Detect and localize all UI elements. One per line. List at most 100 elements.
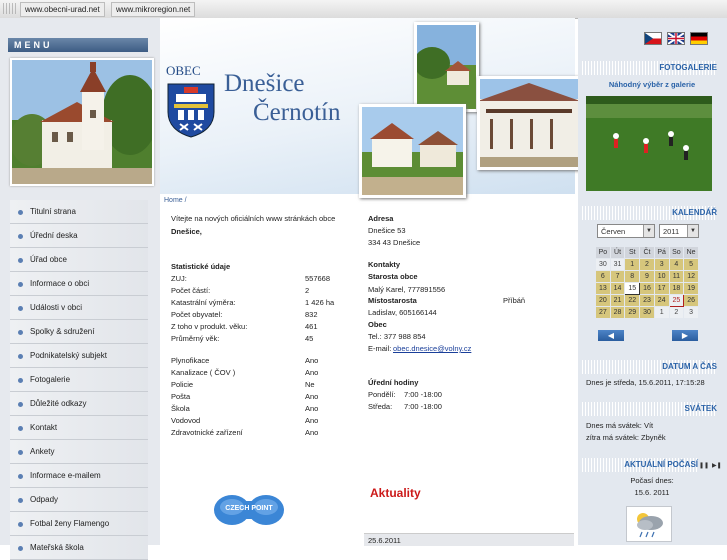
menu-item[interactable]: Úřad obce xyxy=(10,248,148,272)
calendar-day[interactable]: 1 xyxy=(653,306,670,319)
calendar-day-header: Út xyxy=(609,246,626,259)
calendar-day[interactable]: 21 xyxy=(609,294,626,307)
gallery-photo[interactable] xyxy=(586,96,712,191)
flag-uk-icon[interactable] xyxy=(667,32,685,45)
calendar-day[interactable]: 9 xyxy=(639,270,655,283)
calendar-day[interactable]: 31 xyxy=(609,258,626,271)
chevron-down-icon: ▼ xyxy=(687,225,698,237)
menu-heading: MENU xyxy=(8,38,148,52)
amenity-value: Ano xyxy=(305,368,319,377)
calendar-day[interactable]: 20 xyxy=(595,294,611,307)
calendar-day[interactable]: 29 xyxy=(624,306,641,319)
calendar-day[interactable]: 8 xyxy=(624,270,641,283)
calendar-day[interactable]: 4 xyxy=(668,258,685,271)
flag-cz-icon[interactable] xyxy=(644,32,662,45)
calendar-day[interactable]: 14 xyxy=(609,282,626,295)
calendar-day[interactable]: 5 xyxy=(683,258,699,271)
header-obec-label: OBEC xyxy=(166,63,201,78)
calendar-day[interactable]: 7 xyxy=(609,270,626,283)
menu-item[interactable]: Podnikatelský subjekt xyxy=(10,344,148,368)
menu-item[interactable]: Fotbal ženy Flamengo xyxy=(10,512,148,536)
calendar-day[interactable]: 30 xyxy=(639,306,655,319)
calendar-day[interactable]: 27 xyxy=(595,306,611,319)
pause-icon[interactable]: ❚❚ xyxy=(699,462,709,469)
calendar-day[interactable]: 26 xyxy=(683,294,699,307)
calendar-day[interactable]: 2 xyxy=(639,258,655,271)
flag-de-icon[interactable] xyxy=(690,32,708,45)
link-obecni-urad[interactable]: www.obecni-urad.net xyxy=(20,2,105,17)
weather-heading: AKTUÁLNÍ POČASÍ xyxy=(582,458,698,472)
calendar-day[interactable]: 10 xyxy=(653,270,670,283)
calendar-day[interactable]: 15 xyxy=(624,282,641,295)
calendar-day-header: Ne xyxy=(683,246,699,259)
calendar-day[interactable]: 30 xyxy=(595,258,611,271)
calendar-day[interactable]: 18 xyxy=(668,282,685,295)
calendar-day[interactable]: 12 xyxy=(683,270,699,283)
mistostarosta-surname: Příbáň xyxy=(503,296,526,305)
calendar-day[interactable]: 2 xyxy=(668,306,685,319)
menu-item[interactable]: Titulní strana xyxy=(10,200,148,224)
month-select[interactable]: Červen ▼ xyxy=(597,224,655,238)
calendar-heading: KALENDÁŘ xyxy=(582,206,717,220)
breadcrumb[interactable]: Home / xyxy=(164,197,187,204)
menu-item[interactable]: Fotogalerie xyxy=(10,368,148,392)
calendar-day[interactable]: 13 xyxy=(595,282,611,295)
calendar-day[interactable]: 22 xyxy=(624,294,641,307)
news-item[interactable]: 25.6.2011 xyxy=(364,533,574,546)
stat-value: 1 426 ha xyxy=(305,298,335,307)
stat-label: Katastrální výměra: xyxy=(171,298,236,307)
address-line1: Dnešice 53 xyxy=(368,226,406,235)
amenity-label: Kanalizace ( ČOV ) xyxy=(171,368,236,377)
calendar-day[interactable]: 3 xyxy=(653,258,670,271)
calendar-day[interactable]: 6 xyxy=(595,270,611,283)
link-mikroregion[interactable]: www.mikroregion.net xyxy=(111,2,196,17)
calendar-prev-button[interactable]: ◀ xyxy=(598,330,624,341)
menu-list: Titulní strana Úřední deska Úřad obce In… xyxy=(10,200,148,560)
fotogalerie-subtitle: Náhodný výběr z galerie xyxy=(608,80,696,89)
calendar-day[interactable]: 19 xyxy=(683,282,699,295)
czechpoint-logo[interactable]: CZECH POINT xyxy=(212,493,286,529)
chevron-down-icon: ▼ xyxy=(643,225,654,237)
calendar-day[interactable]: 28 xyxy=(609,306,626,319)
calendar-day[interactable]: 17 xyxy=(653,282,670,295)
hours-day: Pondělí: xyxy=(368,390,396,399)
amenity-label: Plynofikace xyxy=(171,356,210,365)
bullet-icon xyxy=(18,330,23,335)
calendar-day[interactable]: 1 xyxy=(624,258,641,271)
calendar-day[interactable]: 11 xyxy=(668,270,685,283)
obec-heading: Obec xyxy=(368,320,387,329)
calendar-day[interactable]: 23 xyxy=(639,294,655,307)
menu-item[interactable]: Kontakt xyxy=(10,416,148,440)
calendar-day-header: Po xyxy=(595,246,611,259)
calendar-next-button[interactable]: ▶ xyxy=(672,330,698,341)
calendar-day-header: St xyxy=(624,246,641,259)
weather-cloud-rain-icon xyxy=(626,506,672,542)
menu-item[interactable]: Spolky & sdružení xyxy=(10,320,148,344)
menu-item[interactable]: Úřední deska xyxy=(10,224,148,248)
calendar-day[interactable]: 3 xyxy=(683,306,699,319)
menu-item[interactable]: Informace o obci xyxy=(10,272,148,296)
menu-item[interactable]: Odpady xyxy=(10,488,148,512)
menu-item[interactable]: Mateřská škola xyxy=(10,536,148,560)
svatek-tomorrow: zítra má svátek: Zbyněk xyxy=(586,433,666,442)
menu-item[interactable]: Informace e-mailem xyxy=(10,464,148,488)
menu-item[interactable]: Ankety xyxy=(10,440,148,464)
obec-tel: Tel.: 377 988 854 xyxy=(368,332,426,341)
year-select[interactable]: 2011 ▼ xyxy=(659,224,699,238)
hours-heading: Úřední hodiny xyxy=(368,378,419,387)
calendar-day[interactable]: 24 xyxy=(653,294,670,307)
menu-item[interactable]: Důležité odkazy xyxy=(10,392,148,416)
calendar-day-header: Čt xyxy=(639,246,655,259)
email-link[interactable]: obec.dnesice@volny.cz xyxy=(393,344,471,353)
calendar-day[interactable]: 25 xyxy=(668,294,685,307)
stat-value: 832 xyxy=(305,310,318,319)
address-line2: 334 43 Dnešice xyxy=(368,238,421,247)
calendar-day-header: So xyxy=(668,246,685,259)
header-photo-houses xyxy=(359,104,466,198)
next-icon[interactable]: ▶❚ xyxy=(712,462,722,469)
stat-label: Počet obyvatel: xyxy=(171,310,223,319)
menu-item[interactable]: Události v obci xyxy=(10,296,148,320)
stat-label: Průměrný věk: xyxy=(171,334,220,343)
calendar-day[interactable]: 16 xyxy=(639,282,655,295)
bullet-icon xyxy=(18,498,23,503)
